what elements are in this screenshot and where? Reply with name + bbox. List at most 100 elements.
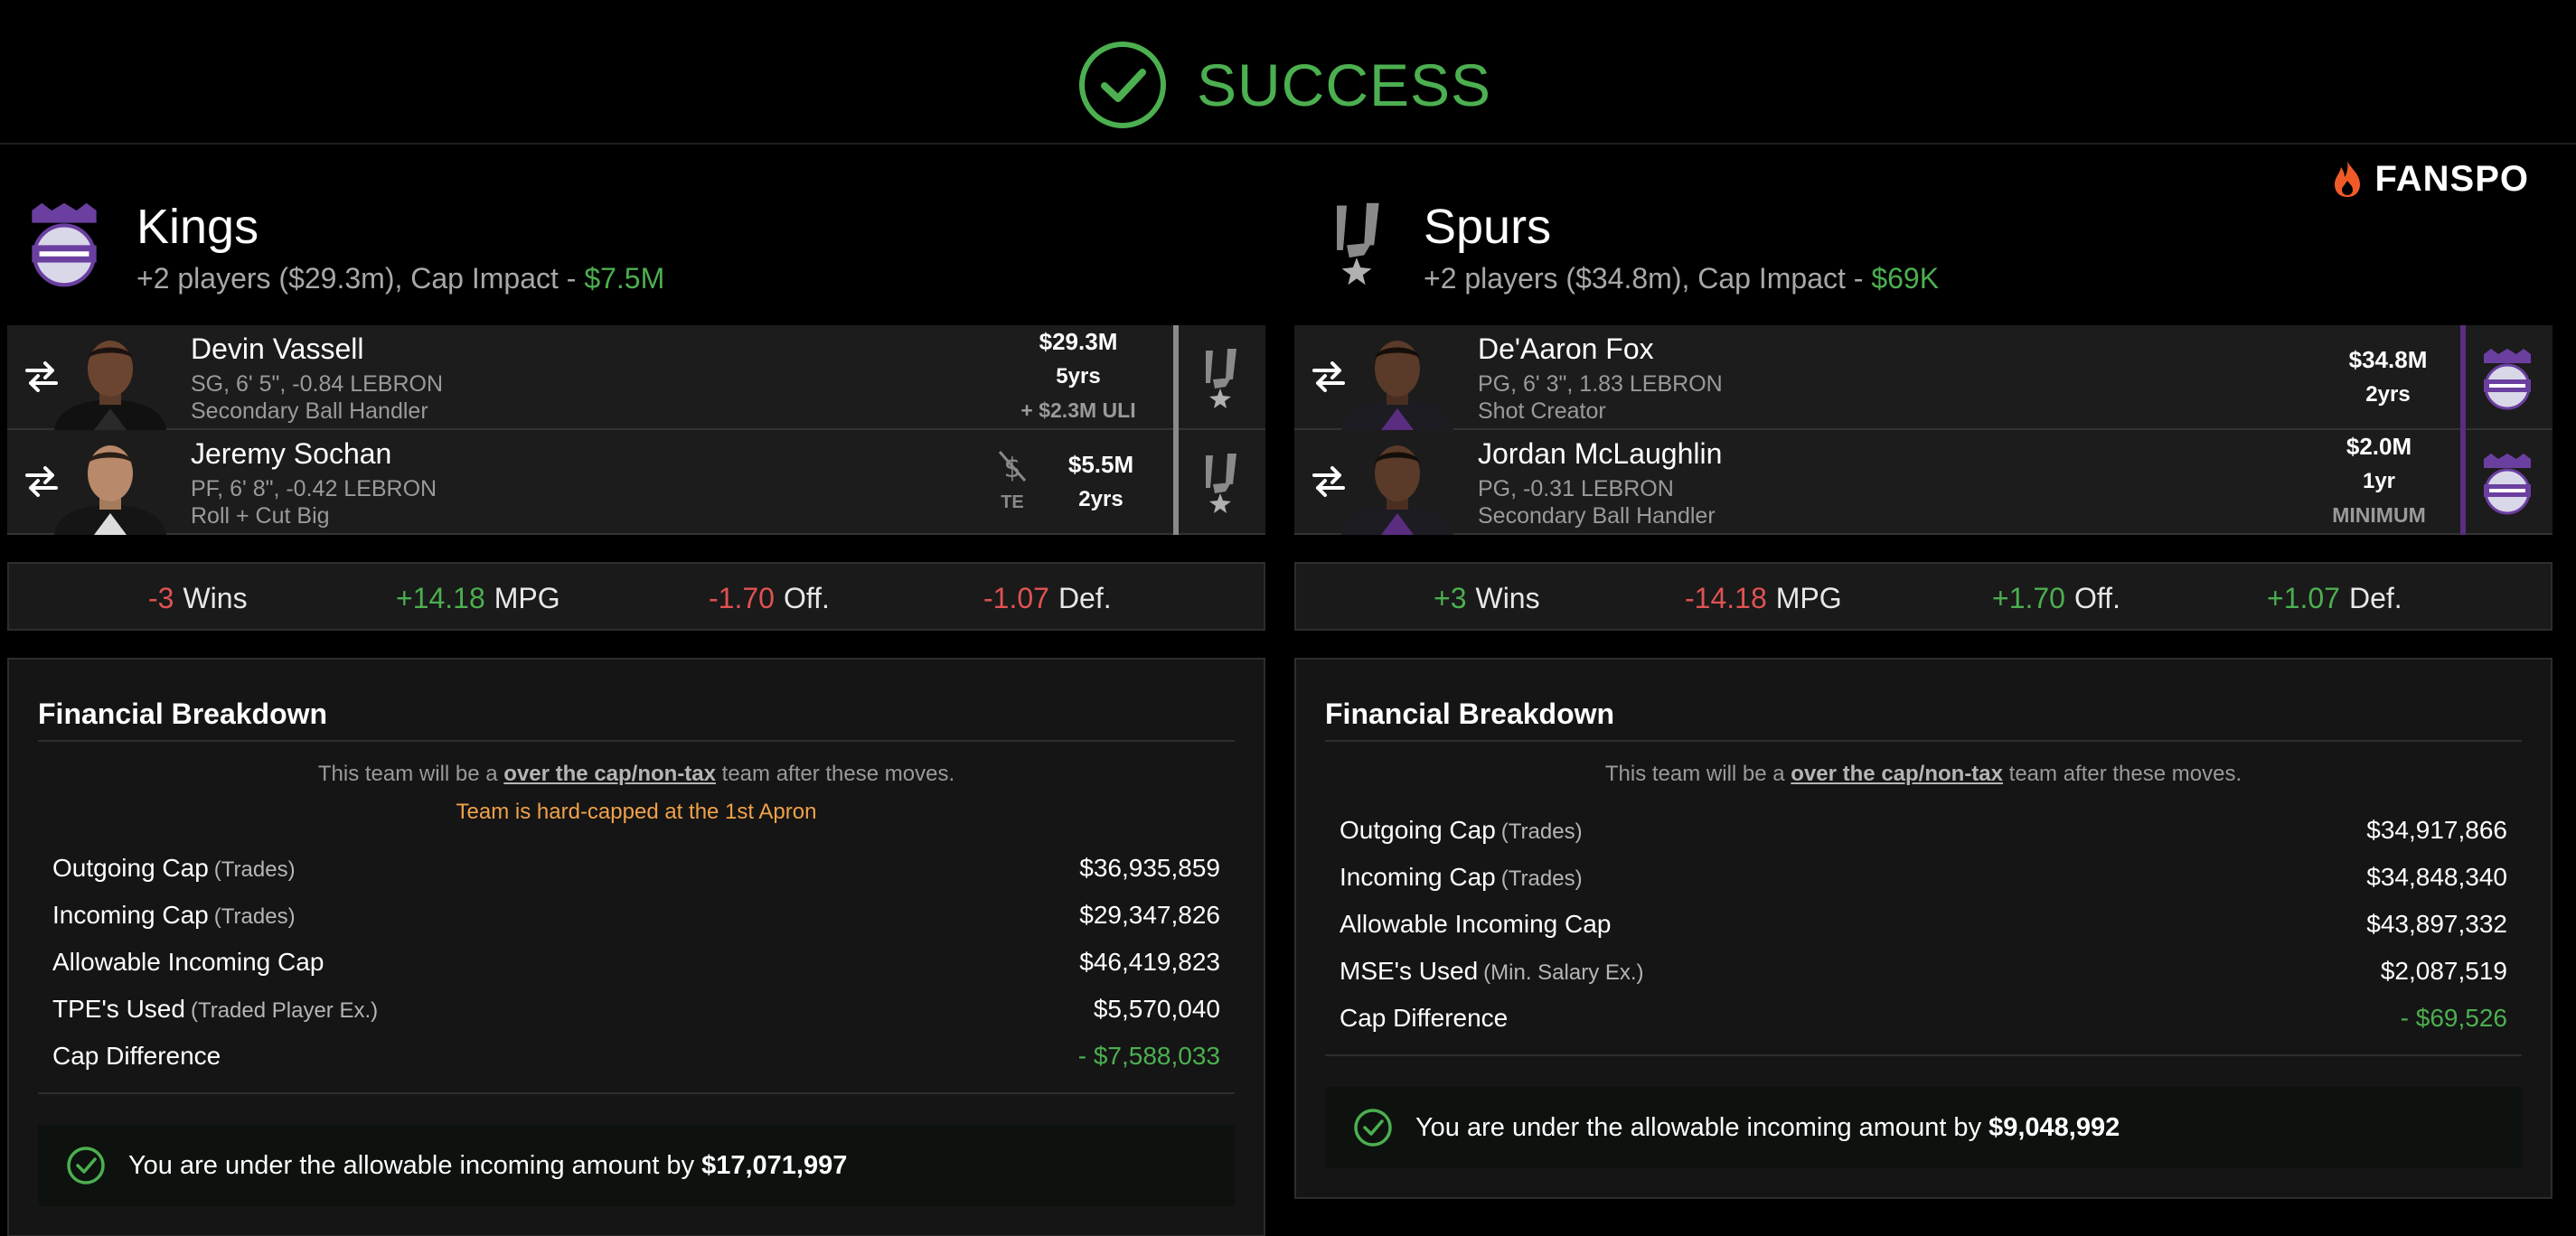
fin-value: $46,419,823	[1079, 948, 1220, 976]
contract-salary: $29.3M	[1039, 328, 1118, 355]
player-row[interactable]: Devin Vassell SG, 6' 5", -0.84 LEBRON Se…	[7, 325, 1265, 430]
player-role: Shot Creator	[1478, 398, 1606, 424]
cap-status-link[interactable]: over the cap/non-tax	[503, 762, 716, 786]
trade-exception-indicator: $ TE	[992, 448, 1032, 520]
cap-status-note: This team will be a over the cap/non-tax…	[1325, 762, 2522, 787]
hard-cap-warning: Team is hard-capped at the 1st Apron	[456, 800, 817, 824]
stat-label: Wins	[183, 582, 248, 614]
status-text: You are under the allowable incoming amo…	[1415, 1112, 1982, 1142]
fin-label: Allowable Incoming Cap	[52, 948, 324, 977]
financial-breakdown: Financial Breakdown This team will be a …	[7, 658, 1265, 1236]
stat-value: +3	[1434, 582, 1467, 614]
status-text: You are under the allowable incoming amo…	[128, 1150, 695, 1180]
summary-text: +2 players ($34.8m), Cap Impact -	[1424, 262, 1872, 295]
player-role: Secondary Ball Handler	[191, 398, 428, 424]
contract-salary: $2.0M	[2346, 433, 2412, 460]
fin-label-sub: (Traded Player Ex.)	[190, 998, 379, 1023]
cap-status-link[interactable]: over the cap/non-tax	[1791, 762, 2003, 786]
fin-label: Outgoing Cap (Trades)	[52, 854, 296, 883]
stat-label: Def.	[2348, 582, 2402, 614]
team-header: Kings +2 players ($29.3m), Cap Impact - …	[7, 145, 1265, 325]
fin-label-text: Cap Difference	[1340, 1004, 1509, 1032]
note-text: This team will be a	[317, 762, 504, 786]
contract-years: 5yrs	[1056, 364, 1101, 389]
team-name: Spurs	[1424, 200, 1552, 254]
team-panel-kings: Kings +2 players ($29.3m), Cap Impact - …	[7, 145, 1265, 1236]
player-contract: $29.3M 5yrs + $2.3M ULI	[1001, 323, 1155, 426]
check-circle-icon	[1079, 42, 1166, 128]
player-name[interactable]: Jeremy Sochan	[191, 437, 391, 471]
contract-years: 2yrs	[2365, 382, 2411, 407]
player-info: SG, 6' 5", -0.84 LEBRON Secondary Ball H…	[191, 370, 443, 425]
status-header: SUCCESS	[0, 0, 2576, 145]
player-row[interactable]: Jordan McLaughlin PG, -0.31 LEBRON Secon…	[1294, 430, 2552, 535]
kings-logo-icon	[2480, 452, 2534, 515]
check-circle-icon	[65, 1145, 107, 1186]
fin-value: - $69,526	[2400, 1004, 2507, 1032]
fin-label: TPE's Used (Traded Player Ex.)	[52, 995, 378, 1024]
stat-def: -1.07 Def.	[983, 582, 1112, 615]
fin-label-text: Outgoing Cap	[1340, 816, 1496, 844]
note-text: team after these moves.	[716, 762, 955, 786]
fin-label: Incoming Cap (Trades)	[52, 901, 296, 930]
fin-label-text: Outgoing Cap	[52, 854, 209, 882]
fin-label: Cap Difference	[52, 1042, 221, 1071]
player-info: PG, -0.31 LEBRON Secondary Ball Handler	[1478, 475, 1716, 529]
allowable-status: You are under the allowable incoming amo…	[38, 1125, 1235, 1206]
check-circle-icon	[1352, 1107, 1394, 1148]
stat-value: -1.70	[709, 582, 775, 614]
team-name: Kings	[136, 200, 259, 254]
player-name[interactable]: De'Aaron Fox	[1478, 332, 1654, 366]
stats-bar: -3 Wins +14.18 MPG -1.70 Off. -1.07 Def.	[7, 562, 1265, 631]
section-title: Financial Breakdown	[1325, 660, 2522, 742]
stat-off: +1.70 Off.	[1992, 582, 2120, 615]
fin-value: $34,848,340	[2366, 863, 2507, 891]
financial-rows: Outgoing Cap (Trades) $36,935,859 Incoming…	[38, 845, 1235, 1080]
fin-label-text: Cap Difference	[52, 1042, 221, 1070]
summary-text: +2 players ($29.3m), Cap Impact -	[136, 262, 585, 295]
fin-value: $2,087,519	[2380, 957, 2507, 985]
player-headshot	[1334, 332, 1461, 430]
fin-row: Cap Difference - $69,526	[1340, 995, 2507, 1042]
fin-row: Incoming Cap (Trades) $29,347,826	[52, 892, 1220, 939]
stat-value: +1.70	[1992, 582, 2065, 614]
spurs-logo-icon	[1193, 452, 1247, 515]
success-banner: SUCCESS	[1077, 40, 1491, 130]
contract-salary: $5.5M	[1067, 451, 1134, 478]
contract-salary: $34.8M	[2348, 346, 2428, 373]
player-name[interactable]: Jordan McLaughlin	[1478, 437, 1722, 471]
fin-row: Incoming Cap (Trades) $34,848,340	[1340, 854, 2507, 901]
stat-value: +1.07	[2267, 582, 2340, 614]
fin-label-sub: (Min. Salary Ex.)	[1483, 960, 1644, 985]
player-row[interactable]: Jeremy Sochan PF, 6' 8", -0.42 LEBRON Ro…	[7, 430, 1265, 535]
stat-label: Off.	[2073, 582, 2120, 614]
fin-label-sub: (Trades)	[1500, 866, 1583, 891]
player-list: De'Aaron Fox PG, 6' 3", 1.83 LEBRON Shot…	[1294, 325, 2552, 535]
note-text: team after these moves.	[2003, 762, 2242, 786]
stat-label: Off.	[783, 582, 830, 614]
stat-value: +14.18	[396, 582, 485, 614]
player-row[interactable]: De'Aaron Fox PG, 6' 3", 1.83 LEBRON Shot…	[1294, 325, 2552, 430]
stat-value: -3	[148, 582, 174, 614]
divider	[38, 1092, 1235, 1094]
fin-row: TPE's Used (Traded Player Ex.) $5,570,040	[52, 986, 1220, 1033]
player-contract: $2.0M 1yr MINIMUM	[2316, 428, 2442, 531]
fin-label-text: Incoming Cap	[1340, 863, 1496, 891]
no-money-icon: $	[998, 451, 1027, 484]
fin-value: $43,897,332	[2366, 910, 2507, 938]
fin-row: Cap Difference - $7,588,033	[52, 1033, 1220, 1080]
fin-value: $5,570,040	[1093, 995, 1220, 1023]
allowable-status: You are under the allowable incoming amo…	[1325, 1087, 2522, 1168]
cap-impact: $7.5M	[584, 262, 665, 295]
cap-impact: $69K	[1871, 262, 1940, 295]
player-info: PF, 6' 8", -0.42 LEBRON Roll + Cut Big	[191, 475, 437, 529]
success-text: SUCCESS	[1197, 52, 1492, 118]
team-summary: +2 players ($34.8m), Cap Impact - $69K	[1424, 262, 1939, 295]
fin-value: - $7,588,033	[1077, 1042, 1220, 1070]
contract-note: + $2.3M ULI	[1020, 398, 1136, 422]
fin-label: Cap Difference	[1340, 1004, 1508, 1033]
stat-label: MPG	[494, 582, 560, 614]
player-position: SG, 6' 5", -0.84 LEBRON	[191, 371, 444, 397]
fin-label-text: Allowable Incoming Cap	[1340, 910, 1612, 938]
player-name[interactable]: Devin Vassell	[191, 332, 363, 366]
